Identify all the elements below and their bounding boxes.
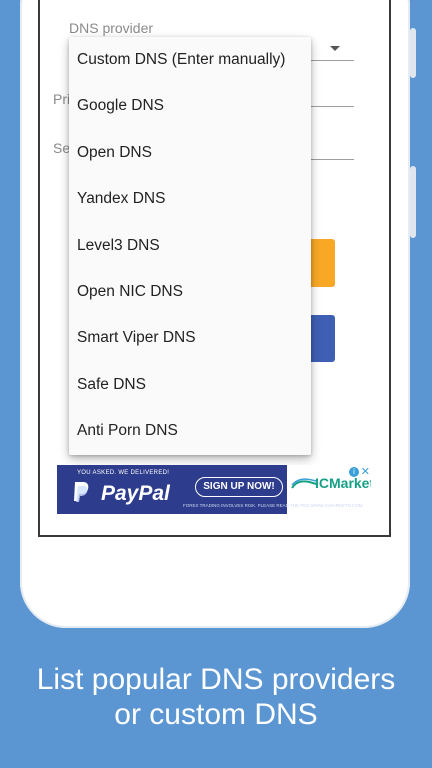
phone-side-button-top xyxy=(410,28,416,78)
ad-brand: PayPal xyxy=(101,482,170,505)
promo-caption: List popular DNS providers or custom DNS xyxy=(0,662,432,732)
ad-signup-button[interactable]: SIGN UP NOW! xyxy=(195,477,283,497)
dns-provider-dropdown-menu: Custom DNS (Enter manually) Google DNS O… xyxy=(69,37,311,455)
menu-item-safe-dns[interactable]: Safe DNS xyxy=(69,362,311,408)
menu-item-smart-viper-dns[interactable]: Smart Viper DNS xyxy=(69,315,311,361)
menu-item-google-dns[interactable]: Google DNS xyxy=(69,83,311,129)
secondary-dns-underline[interactable] xyxy=(311,159,354,160)
paypal-logo-icon xyxy=(74,482,89,502)
caption-line-1: List popular DNS providers xyxy=(36,663,396,696)
phone-side-button-bottom xyxy=(410,166,416,238)
menu-item-custom-dns[interactable]: Custom DNS (Enter manually) xyxy=(69,37,311,83)
ad-info-icon[interactable]: i xyxy=(349,467,359,477)
secondary-dns-label: Se xyxy=(53,140,71,156)
caption-line-2: or custom DNS xyxy=(114,698,318,731)
menu-item-yandex-dns[interactable]: Yandex DNS xyxy=(69,176,311,222)
dropdown-caret-icon[interactable] xyxy=(330,46,340,51)
menu-item-open-dns[interactable]: Open DNS xyxy=(69,130,311,176)
menu-item-anti-porn-dns[interactable]: Anti Porn DNS xyxy=(69,408,311,454)
ad-tagline: YOU ASKED. WE DELIVERED! xyxy=(77,470,170,476)
primary-dns-underline[interactable] xyxy=(311,106,354,107)
ad-close-icon[interactable]: ✕ xyxy=(361,465,370,478)
ad-banner[interactable]: YOU ASKED. WE DELIVERED! PayPal SIGN UP … xyxy=(57,465,371,514)
primary-dns-label: Pri xyxy=(53,91,71,107)
menu-item-level3-dns[interactable]: Level3 DNS xyxy=(69,223,311,269)
dns-provider-label: DNS provider xyxy=(69,20,154,36)
menu-item-open-nic-dns[interactable]: Open NIC DNS xyxy=(69,269,311,315)
icmarkets-logo-icon xyxy=(291,478,317,489)
ad-disclaimer: FOREX TRADING INVOLVES RISK. PLEASE READ… xyxy=(183,503,363,508)
